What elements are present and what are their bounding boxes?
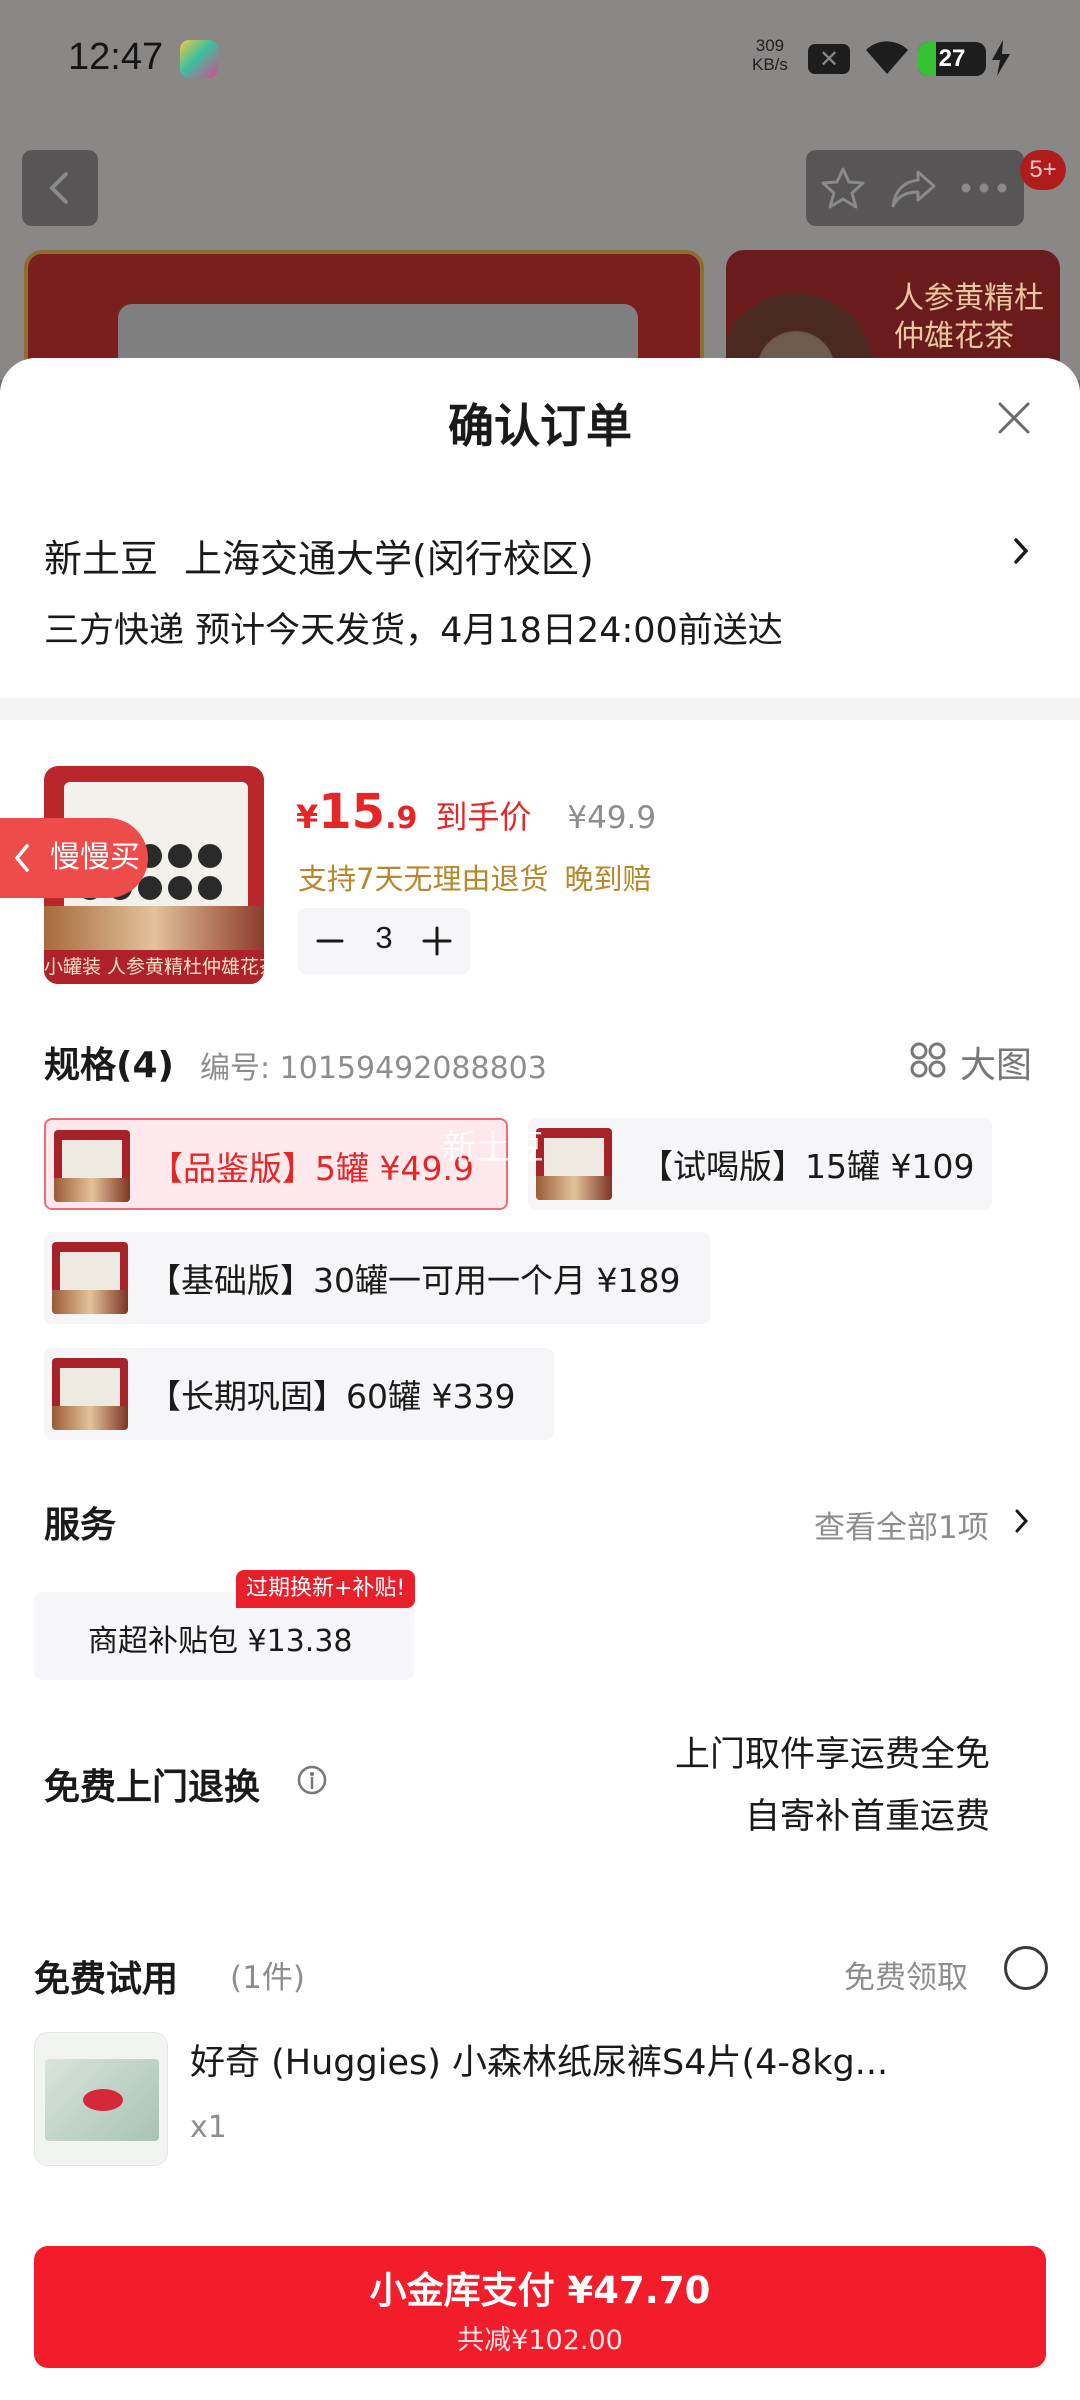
chevron-right-icon[interactable] (1010, 534, 1032, 568)
pay-discount: 共减¥102.00 (457, 2325, 623, 2356)
quantity-stepper: 3 (298, 908, 470, 974)
pay-button[interactable]: 小金库支付 ¥47.70 共减¥102.00 (34, 2246, 1046, 2368)
watermark: 新土豆 (442, 1128, 544, 1168)
service-option-label: 商超补贴包 ¥13.38 (88, 1624, 353, 1659)
price-decimal: .9 (385, 801, 418, 836)
service-badge: 过期换新+补贴! (236, 1570, 416, 1608)
product-image-label: 小罐装 人参黄精杜仲雄花茶 (44, 950, 264, 984)
return-policy: 支持7天无理由退货 (298, 862, 549, 896)
option-label: 【试喝版】15罐 ¥109 (640, 1147, 975, 1186)
trial-item-qty: x1 (190, 2110, 227, 2145)
option-thumbnail (52, 1242, 128, 1314)
recipient-address: 上海交通大学(闵行校区) (184, 537, 594, 581)
spec-option-longterm[interactable]: 【长期巩固】60罐 ¥339 (44, 1348, 554, 1440)
product-code: 编号: 10159492088803 (200, 1051, 547, 1086)
grid-icon (910, 1042, 946, 1078)
spec-option-trial[interactable]: 【试喝版】15罐 ¥109 (528, 1118, 992, 1210)
battery-percent: 27 (938, 45, 966, 72)
free-return-line-2: 自寄补首重运费 (744, 1797, 990, 1837)
price-currency: ¥ (296, 798, 319, 836)
charging-icon (992, 40, 1010, 76)
notification-badge: 5+ (1020, 150, 1066, 190)
trial-title: 免费试用 (34, 1959, 179, 2000)
sheet-title: 确认订单 (448, 399, 632, 453)
back-button[interactable] (22, 150, 98, 226)
free-return-title: 免费上门退换 (44, 1767, 261, 1808)
slow-buy-label: 慢慢买 (50, 840, 140, 875)
trial-claim-radio[interactable] (1004, 1946, 1048, 1990)
late-compensation: 晚到赔 (564, 862, 652, 896)
chevron-left-icon (14, 844, 29, 872)
trial-item-name[interactable]: 好奇 (Huggies) 小森林纸尿裤S4片(4-8kg... (190, 2034, 980, 2085)
spec-option-basic[interactable]: 【基础版】30罐一可用一个月 ¥189 (44, 1232, 710, 1324)
option-thumbnail (536, 1128, 612, 1200)
spec-option-tasting[interactable]: 【品鉴版】5罐 ¥49.9 (44, 1118, 508, 1210)
minus-icon[interactable] (316, 930, 344, 952)
option-thumbnail (52, 1358, 128, 1430)
service-promise: 支持7天无理由退货 晚到赔 (298, 856, 651, 898)
battery-icon: 27 (918, 42, 986, 76)
address-line[interactable]: 新土豆 上海交通大学(闵行校区) (44, 528, 594, 583)
price-row: ¥15.9 到手价 ¥49.9 (296, 784, 656, 840)
view-all-services[interactable]: 查看全部1项 (814, 1502, 989, 1547)
wifi-icon (866, 41, 908, 74)
free-return-line-1: 上门取件享运费全免 (674, 1735, 990, 1775)
star-icon[interactable] (820, 166, 866, 210)
app-notification-icon (180, 40, 218, 78)
spec-title: 规格(4) (44, 1045, 174, 1086)
pay-label: 小金库支付 ¥47.70 (369, 2269, 711, 2312)
background-page: 12:47 309 KB/s ✕ 27 5+ 人参黄精杜仲雄花茶 (0, 0, 1080, 380)
option-label: 【长期巩固】60罐 ¥339 (148, 1377, 516, 1416)
more-icon[interactable] (960, 182, 1008, 194)
shipping-estimate: 三方快递 预计今天发货，4月18日24:00前送达 (44, 611, 783, 651)
trial-claim-label[interactable]: 免费领取 (844, 1952, 968, 1997)
network-speed-unit: KB/s (752, 55, 788, 74)
banner-text: 人参黄精杜仲雄花茶 (894, 281, 1044, 354)
option-label: 【品鉴版】5罐 ¥49.9 (150, 1149, 474, 1188)
info-icon[interactable] (296, 1764, 328, 1796)
network-speed: 309 KB/s (752, 36, 788, 74)
big-image-label: 大图 (960, 1045, 1033, 1086)
trial-item-image[interactable] (34, 2032, 168, 2166)
option-thumbnail (54, 1130, 130, 1202)
recipient-name: 新土豆 (44, 537, 159, 581)
chevron-left-icon (49, 172, 68, 204)
price-integer: 15 (318, 784, 386, 840)
plus-icon[interactable] (422, 926, 452, 956)
network-speed-value: 309 (755, 36, 785, 55)
share-icon[interactable] (890, 168, 938, 210)
status-time: 12:47 (68, 36, 164, 78)
price-tag: 到手价 (435, 798, 532, 836)
huggies-logo (83, 2089, 123, 2111)
close-icon[interactable] (996, 400, 1032, 436)
quantity-value[interactable]: 3 (358, 920, 410, 956)
chevron-right-icon[interactable] (1014, 1508, 1030, 1534)
top-actions (806, 150, 1024, 226)
option-label: 【基础版】30罐一可用一个月 ¥189 (148, 1261, 681, 1300)
slow-buy-tab[interactable]: 慢慢买 (0, 818, 148, 898)
original-price: ¥49.9 (567, 800, 657, 836)
no-sim-icon: ✕ (808, 44, 850, 74)
service-title: 服务 (44, 1505, 117, 1546)
status-bar: 12:47 309 KB/s ✕ 27 (0, 0, 1080, 120)
trial-count: (1件) (230, 1960, 305, 1996)
